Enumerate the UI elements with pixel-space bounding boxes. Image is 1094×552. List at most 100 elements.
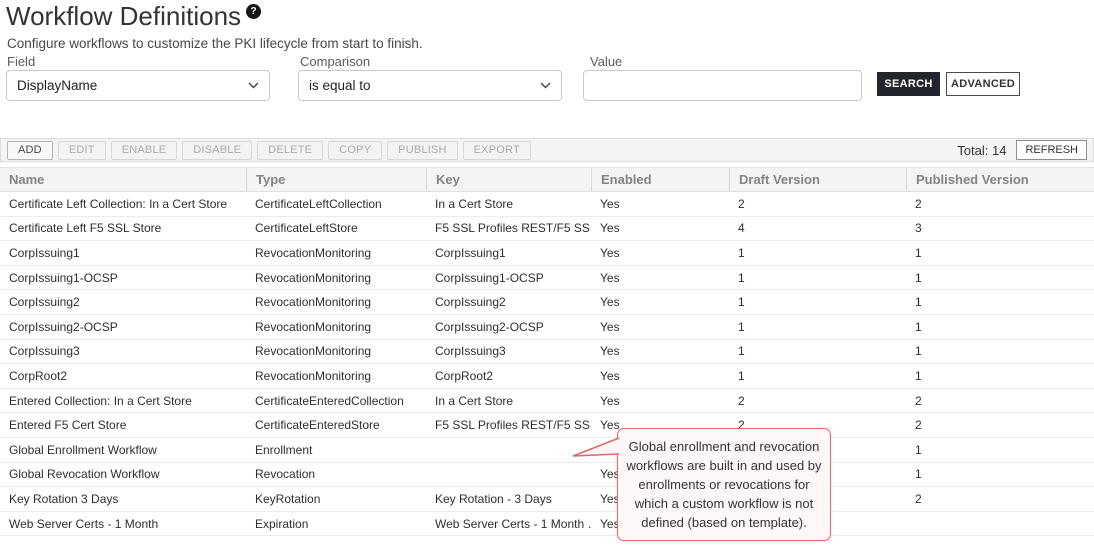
table-header: NameTypeKeyEnabledDraft VersionPublished…	[0, 167, 1094, 192]
table-body: Certificate Left Collection: In a Cert S…	[0, 192, 1094, 536]
table-cell: 2	[906, 487, 1094, 511]
table-row[interactable]: Entered F5 Cert StoreCertificateEnteredS…	[0, 413, 1094, 438]
delete-button[interactable]: DELETE	[257, 141, 323, 160]
table-cell: Yes	[591, 315, 729, 339]
table-cell: CorpIssuing2-OCSP	[426, 315, 591, 339]
table-cell: 2	[906, 192, 1094, 216]
help-icon[interactable]: ?	[246, 4, 261, 19]
table-cell: Yes	[591, 266, 729, 290]
table-cell: RevocationMonitoring	[246, 266, 426, 290]
table-cell: CorpIssuing1-OCSP	[0, 266, 246, 290]
table-cell: 1	[906, 266, 1094, 290]
table-cell: KeyRotation	[246, 487, 426, 511]
search-button[interactable]: SEARCH	[877, 72, 940, 96]
value-label: Value	[590, 54, 622, 69]
value-input[interactable]	[583, 70, 862, 101]
column-header-name[interactable]: Name	[0, 168, 246, 191]
table-cell: RevocationMonitoring	[246, 340, 426, 364]
column-header-enabled[interactable]: Enabled	[591, 168, 729, 191]
table-cell: CertificateLeftCollection	[246, 192, 426, 216]
callout-text: Global enrollment and revocation workflo…	[626, 439, 821, 530]
column-header-draft-version[interactable]: Draft Version	[729, 168, 906, 191]
table-cell: CertificateLeftStore	[246, 217, 426, 241]
table-cell: Certificate Left F5 SSL Store	[0, 217, 246, 241]
table-cell: F5 SSL Profiles REST/F5 SSL	[426, 217, 591, 241]
table-cell: CorpRoot2	[426, 364, 591, 388]
table-cell: Web Server Certs - 1 Month …	[426, 512, 591, 536]
table-cell: 1	[729, 315, 906, 339]
table-cell: CorpIssuing2	[426, 290, 591, 314]
table-cell: 1	[729, 364, 906, 388]
table-row[interactable]: CorpIssuing2RevocationMonitoringCorpIssu…	[0, 290, 1094, 315]
table-row[interactable]: Web Server Certs - 1 MonthExpirationWeb …	[0, 512, 1094, 537]
table-row[interactable]: Certificate Left Collection: In a Cert S…	[0, 192, 1094, 217]
total-count: Total: 14	[957, 143, 1006, 158]
table-cell: Certificate Left Collection: In a Cert S…	[0, 192, 246, 216]
table-cell: 1	[906, 290, 1094, 314]
table-row[interactable]: Global Revocation WorkflowRevocationYes1	[0, 463, 1094, 488]
table-row[interactable]: CorpRoot2RevocationMonitoringCorpRoot2Ye…	[0, 364, 1094, 389]
table-cell: CorpIssuing3	[426, 340, 591, 364]
table-cell: 2	[729, 389, 906, 413]
table-row[interactable]: Key Rotation 3 DaysKeyRotationKey Rotati…	[0, 487, 1094, 512]
table-cell: RevocationMonitoring	[246, 315, 426, 339]
advanced-button[interactable]: ADVANCED	[946, 72, 1020, 96]
column-header-published-version[interactable]: Published Version	[906, 168, 1094, 191]
add-button[interactable]: ADD	[7, 141, 53, 160]
table-cell: RevocationMonitoring	[246, 290, 426, 314]
table-row[interactable]: CorpIssuing1RevocationMonitoringCorpIssu…	[0, 241, 1094, 266]
comparison-select[interactable]: is equal to	[298, 70, 562, 101]
table-cell: CertificateEnteredCollection	[246, 389, 426, 413]
table-cell: RevocationMonitoring	[246, 364, 426, 388]
edit-button[interactable]: EDIT	[58, 141, 106, 160]
table-cell: 1	[906, 438, 1094, 462]
table-cell: Yes	[591, 192, 729, 216]
table-cell: CorpIssuing1-OCSP	[426, 266, 591, 290]
chevron-down-icon	[540, 82, 551, 89]
table-cell: CertificateEnteredStore	[246, 413, 426, 437]
table-cell: 1	[729, 340, 906, 364]
disable-button[interactable]: DISABLE	[182, 141, 252, 160]
table-row[interactable]: CorpIssuing2-OCSPRevocationMonitoringCor…	[0, 315, 1094, 340]
enable-button[interactable]: ENABLE	[111, 141, 178, 160]
table-cell: Global Revocation Workflow	[0, 463, 246, 487]
table-row[interactable]: Entered Collection: In a Cert StoreCerti…	[0, 389, 1094, 414]
table-cell: In a Cert Store	[426, 192, 591, 216]
publish-button[interactable]: PUBLISH	[387, 141, 457, 160]
table-cell: Expiration	[246, 512, 426, 536]
table-cell: Global Enrollment Workflow	[0, 438, 246, 462]
table-cell: 1	[729, 241, 906, 265]
table-cell: Revocation	[246, 463, 426, 487]
comparison-label: Comparison	[300, 54, 370, 69]
page-subtitle: Configure workflows to customize the PKI…	[7, 36, 423, 51]
refresh-button[interactable]: REFRESH	[1016, 140, 1087, 160]
export-button[interactable]: EXPORT	[463, 141, 531, 160]
table-cell: Key Rotation - 3 Days	[426, 487, 591, 511]
table-cell: CorpIssuing2	[0, 290, 246, 314]
table-cell	[906, 512, 1094, 536]
table-row[interactable]: CorpIssuing1-OCSPRevocationMonitoringCor…	[0, 266, 1094, 291]
workflow-grid: ADD EDIT ENABLEDISABLE DELETE COPY PUBLISH EXP…	[0, 138, 1094, 536]
table-cell: 2	[906, 413, 1094, 437]
table-row[interactable]: CorpIssuing3RevocationMonitoringCorpIssu…	[0, 340, 1094, 365]
table-row[interactable]: Global Enrollment WorkflowEnrollmentYes1	[0, 438, 1094, 463]
field-select-value: DisplayName	[17, 78, 97, 93]
table-cell: 1	[729, 266, 906, 290]
table-cell: F5 SSL Profiles REST/F5 SSL	[426, 413, 591, 437]
copy-button[interactable]: COPY	[328, 141, 382, 160]
page-header: Workflow Definitions?	[6, 1, 261, 32]
column-header-type[interactable]: Type	[246, 168, 426, 191]
field-select[interactable]: DisplayName	[6, 70, 270, 101]
table-cell: 3	[906, 217, 1094, 241]
table-cell: Yes	[591, 217, 729, 241]
table-cell: 1	[906, 340, 1094, 364]
table-row[interactable]: Certificate Left F5 SSL StoreCertificate…	[0, 217, 1094, 242]
results-toolbar: ADD EDIT ENABLEDISABLE DELETE COPY PUBLISH EXP…	[0, 138, 1094, 162]
table-cell: Enrollment	[246, 438, 426, 462]
table-cell: Entered F5 Cert Store	[0, 413, 246, 437]
table-cell: 1	[906, 315, 1094, 339]
page-title: Workflow Definitions	[6, 1, 241, 31]
toolbar-buttons: ADD EDIT ENABLEDISABLE DELETE COPY PUBLISH EXP…	[7, 141, 531, 160]
table-cell: CorpRoot2	[0, 364, 246, 388]
column-header-key[interactable]: Key	[426, 168, 591, 191]
